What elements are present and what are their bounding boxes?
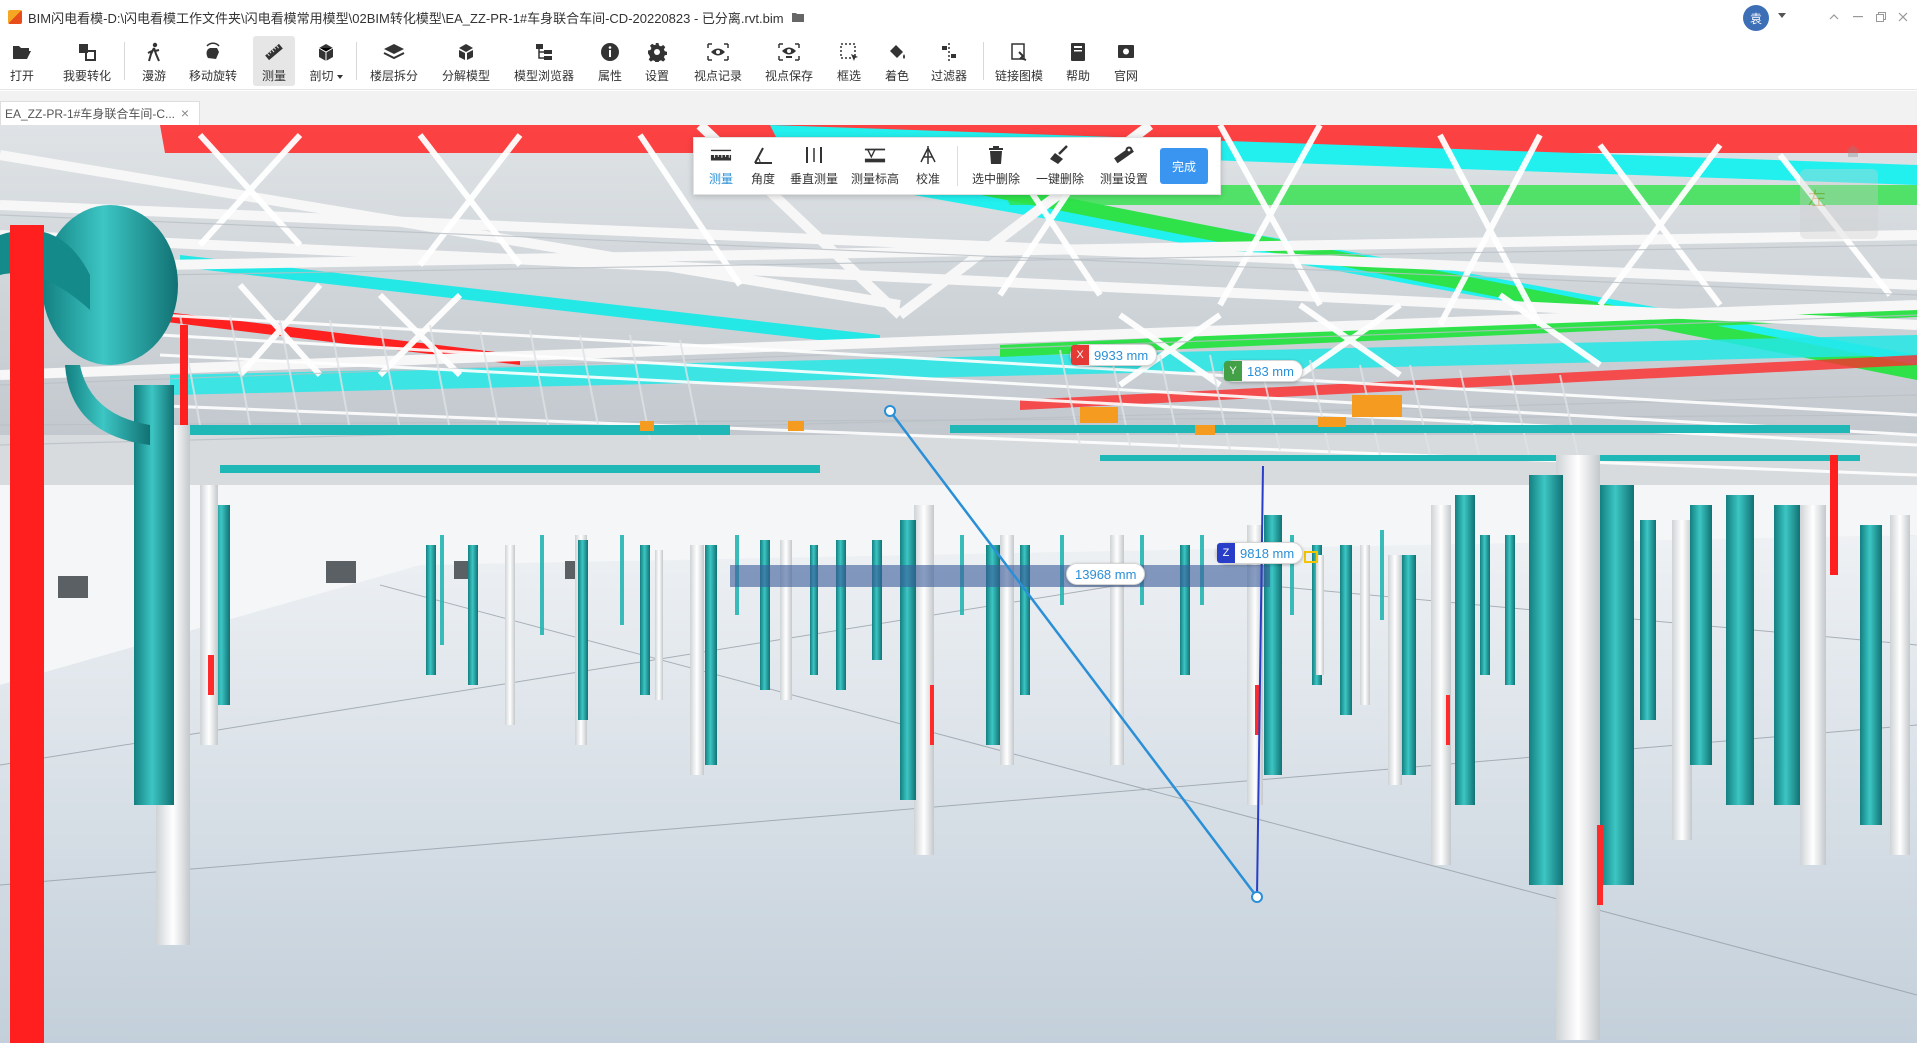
info-icon bbox=[599, 41, 621, 63]
link-drawing-icon bbox=[1008, 41, 1030, 63]
elevation-icon bbox=[864, 144, 886, 166]
ruler-icon bbox=[263, 41, 285, 63]
link-drawing-button[interactable]: 链接图模 bbox=[993, 36, 1045, 86]
settings-button[interactable]: 设置 bbox=[642, 36, 672, 86]
measure-elevation-button[interactable]: 测量标高 bbox=[850, 142, 900, 190]
bim-model-scene bbox=[0, 125, 1917, 1043]
broom-icon bbox=[1049, 144, 1071, 166]
gear-icon bbox=[646, 41, 668, 63]
color-button[interactable]: 着色 bbox=[882, 36, 912, 86]
walk-icon bbox=[143, 41, 165, 63]
measure-y-label: Y 183 mm bbox=[1223, 360, 1303, 382]
measure-x-label: X 9933 mm bbox=[1070, 344, 1158, 366]
filter-icon bbox=[938, 41, 960, 63]
tree-icon bbox=[533, 41, 555, 63]
website-button[interactable]: 官网 bbox=[1111, 36, 1141, 86]
eye-record-icon bbox=[707, 41, 729, 63]
folder-open-icon bbox=[11, 41, 33, 63]
title-bar: BIM闪电看模-D:\闪电看模工作文件夹\闪电看模常用模型\02BIM转化模型\… bbox=[0, 0, 1917, 34]
properties-button[interactable]: 属性 bbox=[595, 36, 625, 86]
open-button[interactable]: 打开 bbox=[6, 36, 38, 86]
walk-button[interactable]: 漫游 bbox=[139, 36, 169, 86]
viewpoint-record-button[interactable]: 视点记录 bbox=[692, 36, 744, 86]
model-browser-button[interactable]: 模型浏览器 bbox=[512, 36, 576, 86]
measure-toolbar: 测量 角度 垂直测量 测量标高 校准 选中删除 一键删除 测量设置 完成 bbox=[693, 137, 1221, 195]
main-toolbar: 打开 我要转化 漫游 移动旋转 测量 剖切 楼层拆分 分解模型 模型浏览器 属性… bbox=[0, 34, 1917, 90]
help-button[interactable]: 帮助 bbox=[1063, 36, 1093, 86]
layers-icon bbox=[383, 41, 405, 63]
document-tab[interactable]: EA_ZZ-PR-1#车身联合车间-C... × bbox=[0, 101, 200, 125]
measure-toolbar-divider bbox=[957, 146, 958, 186]
box-select-icon bbox=[838, 41, 860, 63]
convert-button[interactable]: 我要转化 bbox=[60, 36, 114, 86]
section-box-icon bbox=[315, 41, 337, 63]
toolbar-divider bbox=[356, 42, 357, 80]
measure-angle-button[interactable]: 角度 bbox=[746, 142, 780, 190]
delete-selected-button[interactable]: 选中删除 bbox=[970, 142, 1022, 190]
eye-save-icon bbox=[778, 41, 800, 63]
measure-ruler-icon bbox=[710, 144, 732, 166]
home-icon[interactable] bbox=[1846, 145, 1860, 157]
close-icon[interactable] bbox=[1894, 8, 1912, 26]
website-icon bbox=[1115, 41, 1137, 63]
toolbar-divider bbox=[124, 42, 125, 80]
floor-split-button[interactable]: 楼层拆分 bbox=[368, 36, 420, 86]
calibrate-button[interactable]: 校准 bbox=[912, 142, 944, 190]
window-title: BIM闪电看模-D:\闪电看模工作文件夹\闪电看模常用模型\02BIM转化模型\… bbox=[28, 10, 784, 26]
chevron-down-icon[interactable] bbox=[1778, 13, 1786, 18]
explode-icon bbox=[455, 41, 477, 63]
help-book-icon bbox=[1067, 41, 1089, 63]
vertical-measure-icon bbox=[803, 144, 825, 166]
delete-all-button[interactable]: 一键删除 bbox=[1034, 142, 1086, 190]
angle-icon bbox=[752, 144, 774, 166]
minimize-icon[interactable] bbox=[1849, 8, 1867, 26]
measure-total-label: 13968 mm bbox=[1066, 563, 1146, 585]
measure-settings-button[interactable]: 测量设置 bbox=[1098, 142, 1150, 190]
collapse-icon[interactable] bbox=[1825, 8, 1843, 26]
paint-bucket-icon bbox=[886, 41, 908, 63]
done-button[interactable]: 完成 bbox=[1160, 148, 1208, 184]
viewpoint-save-button[interactable]: 视点保存 bbox=[763, 36, 815, 86]
view-cube-face[interactable]: 左 bbox=[1800, 169, 1878, 239]
move-rotate-button[interactable]: 移动旋转 bbox=[187, 36, 239, 86]
convert-icon bbox=[76, 41, 98, 63]
view-cube[interactable]: 左 bbox=[1800, 145, 1890, 265]
document-tab-bar: EA_ZZ-PR-1#车身联合车间-C... × bbox=[0, 91, 1917, 125]
3d-viewport[interactable]: X 9933 mm Y 183 mm Z 9818 mm 13968 mm 测量… bbox=[0, 125, 1917, 1043]
measure-z-label: Z 9818 mm bbox=[1216, 542, 1304, 564]
section-button[interactable]: 剖切 bbox=[306, 36, 346, 86]
measure-settings-icon bbox=[1113, 144, 1135, 166]
filter-button[interactable]: 过滤器 bbox=[929, 36, 969, 86]
rotate-hand-icon bbox=[202, 41, 224, 63]
explode-model-button[interactable]: 分解模型 bbox=[440, 36, 492, 86]
calibrate-icon bbox=[917, 144, 939, 166]
avatar[interactable]: 袁 bbox=[1743, 5, 1769, 31]
app-logo-icon bbox=[8, 10, 22, 24]
measure-vertical-button[interactable]: 垂直测量 bbox=[789, 142, 839, 190]
toolbar-divider bbox=[983, 42, 984, 80]
restore-icon[interactable] bbox=[1872, 8, 1890, 26]
measure-distance-button[interactable]: 测量 bbox=[704, 142, 738, 190]
box-select-button[interactable]: 框选 bbox=[834, 36, 864, 86]
measure-button[interactable]: 测量 bbox=[253, 36, 295, 86]
folder-icon[interactable] bbox=[791, 12, 804, 22]
tab-close-icon[interactable]: × bbox=[179, 106, 191, 120]
chevron-down-icon bbox=[336, 74, 343, 79]
trash-icon bbox=[985, 144, 1007, 166]
